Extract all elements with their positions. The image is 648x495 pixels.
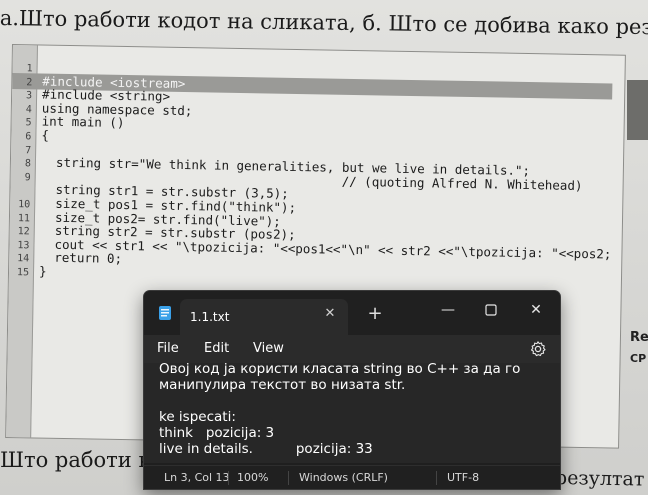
side-text-cp: CP: [630, 352, 647, 365]
cursor-position: Ln 3, Col 13: [164, 471, 230, 484]
zoom-level[interactable]: 100%: [237, 471, 268, 484]
editor-line: live in details. pozicija: 33: [159, 441, 373, 457]
line-ending[interactable]: Windows (CRLF): [299, 471, 388, 484]
encoding[interactable]: UTF-8: [447, 471, 479, 484]
status-divider: [288, 471, 289, 485]
question-heading: а.Што работи кодот на сликата, б. Што се…: [0, 6, 648, 40]
code-text: }: [38, 263, 47, 279]
question-bottom-left: Што работи ко: [0, 448, 165, 472]
maximize-button[interactable]: [477, 297, 505, 323]
maximize-icon: [485, 304, 497, 316]
close-icon[interactable]: ✕: [322, 306, 338, 322]
editor-line: think pozicija: 3: [159, 425, 275, 441]
gear-icon[interactable]: [529, 340, 547, 358]
menu-bar: File Edit View: [144, 335, 560, 363]
title-bar[interactable]: 1.1.txt ✕ + — ✕: [144, 291, 560, 335]
text-editor-area[interactable]: Овој код ја користи класата string во C+…: [144, 361, 560, 463]
close-window-button[interactable]: ✕: [522, 297, 550, 323]
status-divider: [228, 471, 229, 485]
menu-file[interactable]: File: [157, 341, 179, 356]
new-tab-button[interactable]: +: [366, 305, 384, 323]
side-image-strip: [627, 80, 648, 140]
status-divider: [436, 471, 437, 485]
notepad-window[interactable]: 1.1.txt ✕ + — ✕ File Edit View Овој код …: [143, 290, 561, 490]
editor-line: манипулира текстот во низата str.: [159, 377, 406, 393]
minimize-button[interactable]: —: [434, 297, 462, 323]
menu-edit[interactable]: Edit: [204, 341, 229, 356]
status-bar: Ln 3, Col 13 100% Windows (CRLF) UTF-8: [144, 465, 560, 489]
notepad-app-icon: [159, 306, 171, 320]
menu-view[interactable]: View: [253, 341, 284, 356]
editor-line: ke ispecati:: [159, 409, 236, 425]
side-text-re: Re: [630, 330, 648, 345]
tab-title[interactable]: 1.1.txt: [190, 310, 229, 324]
editor-line: Овој код ја користи класата string во C+…: [159, 361, 521, 377]
line-number: 15: [16, 267, 30, 279]
question-bottom-right: резултат на: [554, 466, 648, 491]
